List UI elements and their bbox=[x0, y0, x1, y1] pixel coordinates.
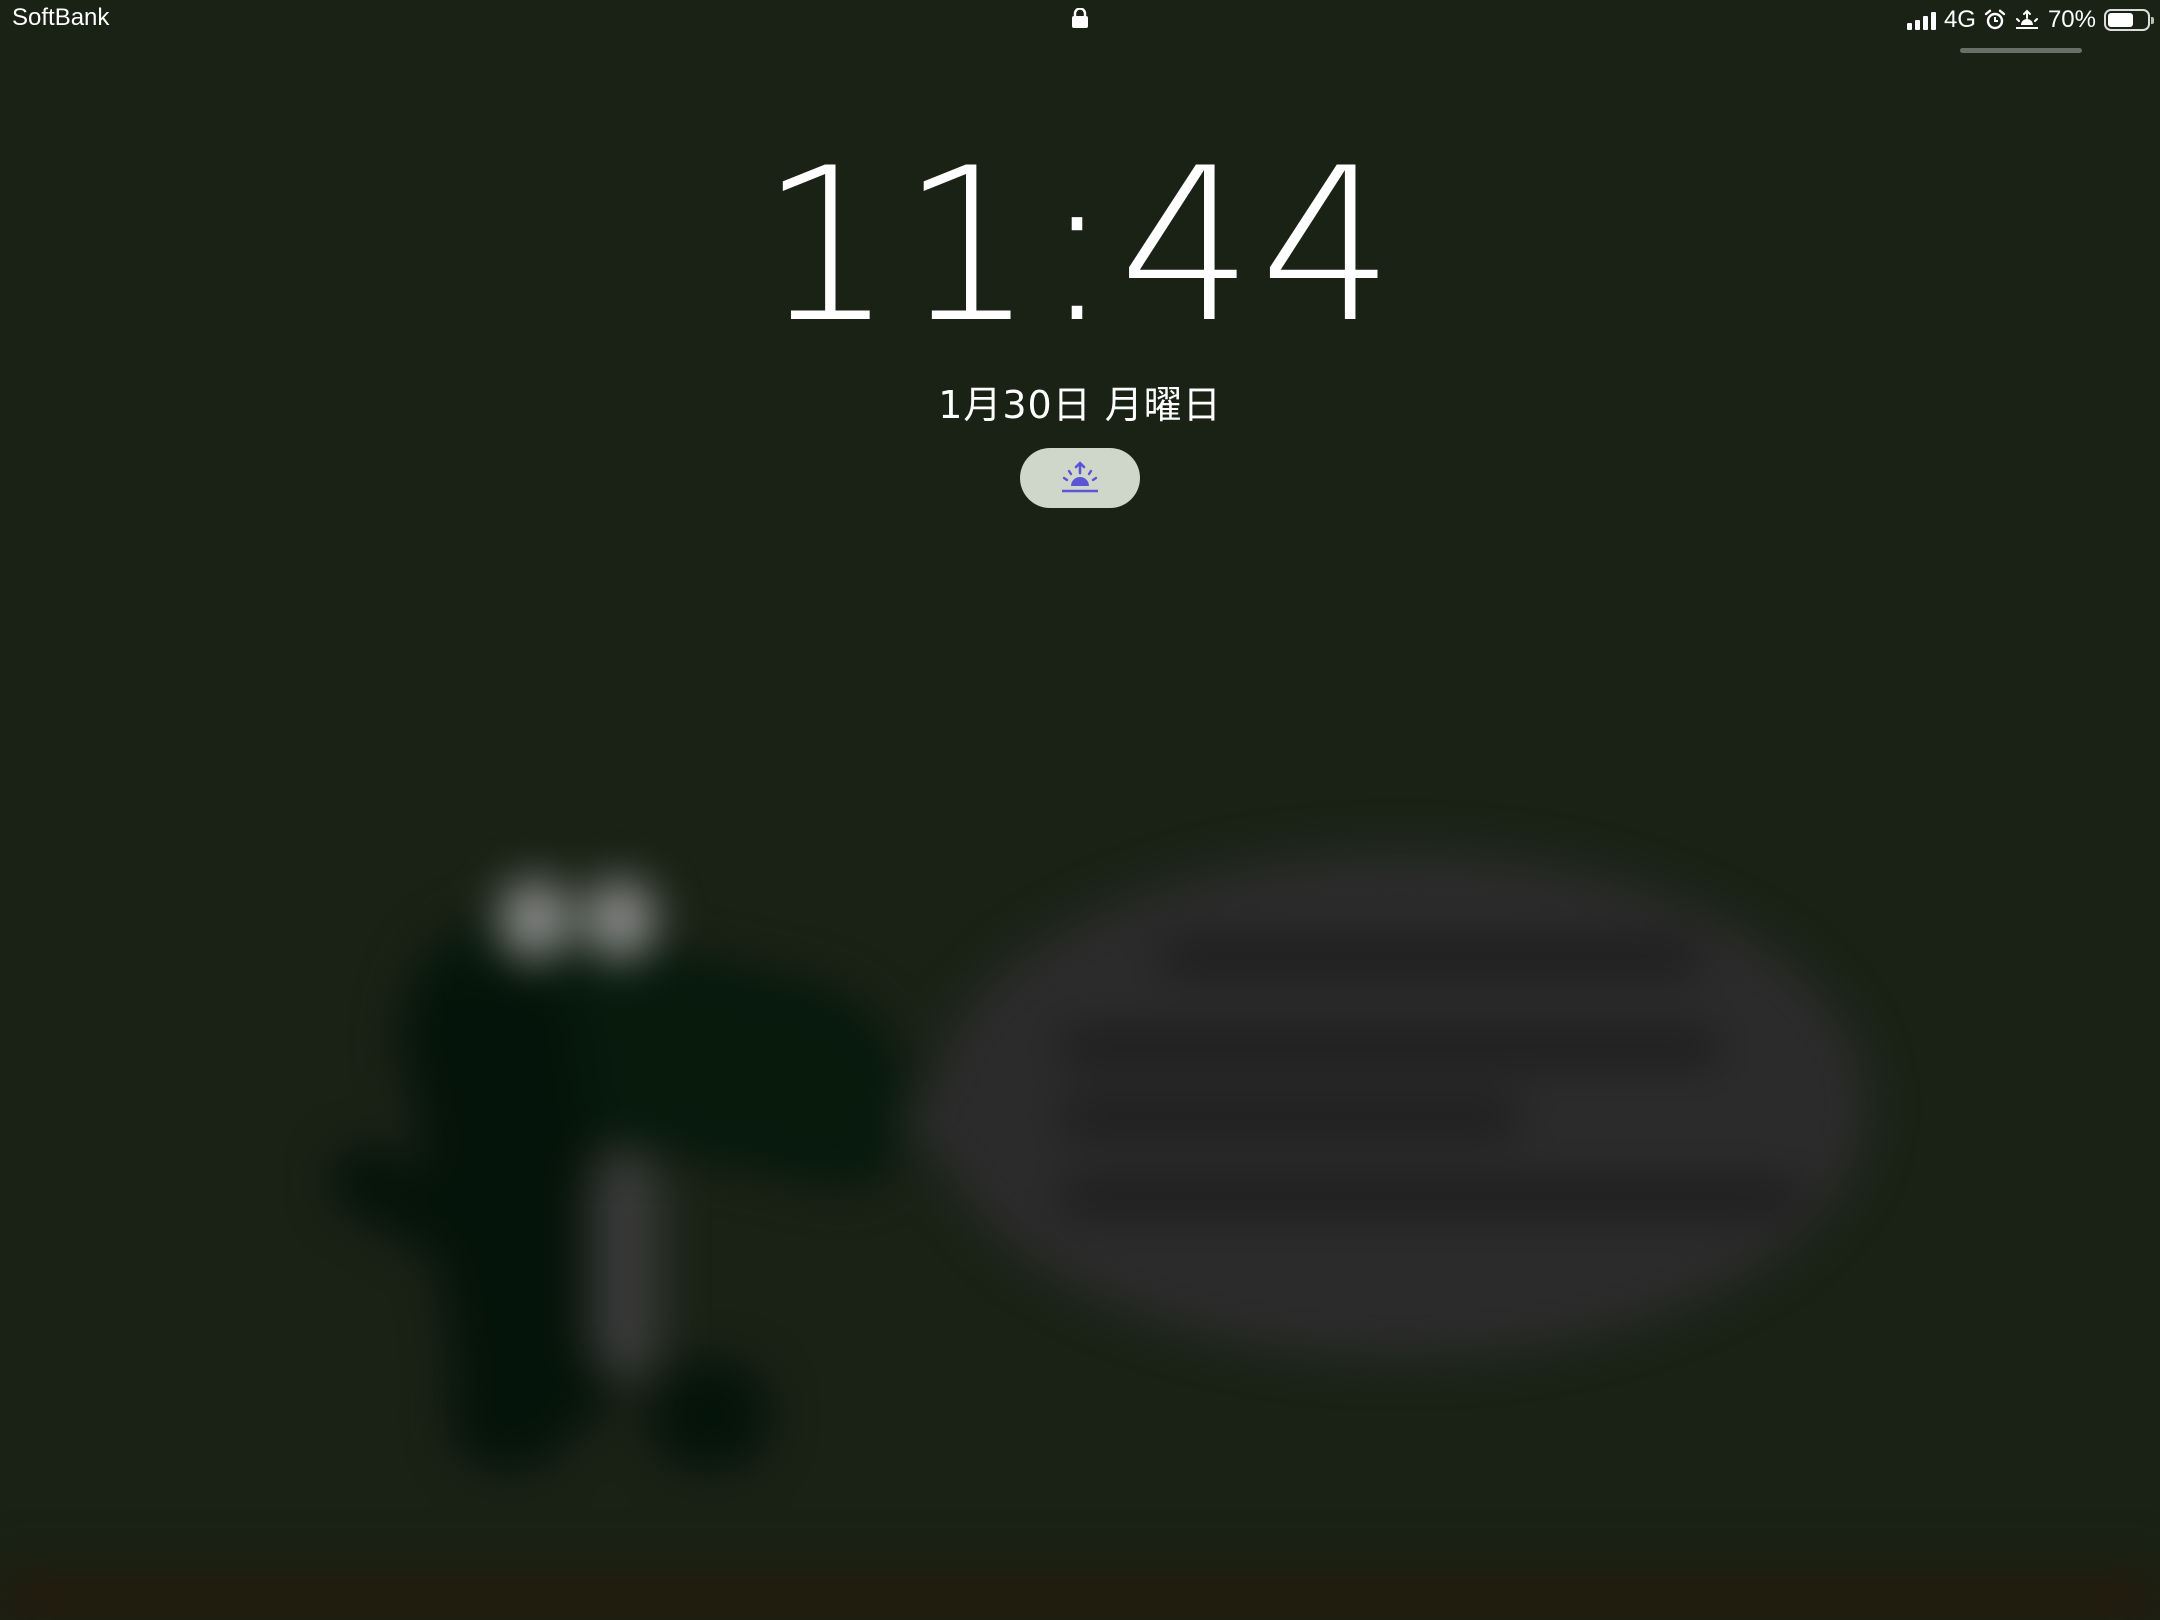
sleep-focus-button[interactable] bbox=[1020, 448, 1140, 508]
wallpaper-croc-belly bbox=[590, 1150, 660, 1380]
wallpaper-croc-leg bbox=[650, 1360, 770, 1470]
wallpaper-bottom-edge bbox=[0, 1550, 2160, 1620]
battery-cap bbox=[2151, 17, 2154, 24]
lock-icon bbox=[1072, 8, 1088, 28]
alarm-icon bbox=[1984, 9, 2006, 30]
carrier-label: SoftBank bbox=[12, 4, 110, 31]
status-bar: SoftBank 4G 70% bbox=[0, 0, 2160, 40]
wallpaper-croc-eye bbox=[500, 880, 570, 960]
sleep-focus-icon bbox=[1062, 461, 1098, 493]
battery-fill bbox=[2108, 13, 2134, 27]
status-indicators: 4G 70% bbox=[1906, 4, 2154, 36]
sleep-focus-icon bbox=[2015, 9, 2038, 29]
battery-icon bbox=[2104, 9, 2154, 31]
wallpaper-croc-eye bbox=[585, 880, 655, 960]
lock-screen-time: 11:44 bbox=[759, 122, 1401, 369]
lock-screen-date: 1月30日 月曜日 bbox=[938, 383, 1222, 427]
wallpaper-bubble-line bbox=[1060, 1100, 1520, 1134]
wallpaper-bubble-line bbox=[1160, 940, 1700, 974]
wallpaper-bubble-line bbox=[1060, 1180, 1800, 1214]
signal-icon bbox=[1906, 10, 1936, 30]
top-grabber[interactable] bbox=[1960, 48, 2082, 53]
network-label: 4G bbox=[1943, 6, 1976, 33]
battery-percentage: 70% bbox=[2047, 6, 2096, 33]
wallpaper-croc-leg bbox=[450, 1360, 570, 1470]
wallpaper-bubble-line bbox=[1060, 1030, 1720, 1064]
lock-screen: SoftBank 4G 70% 11:44 1月30日 月曜日 bbox=[0, 0, 2160, 1620]
